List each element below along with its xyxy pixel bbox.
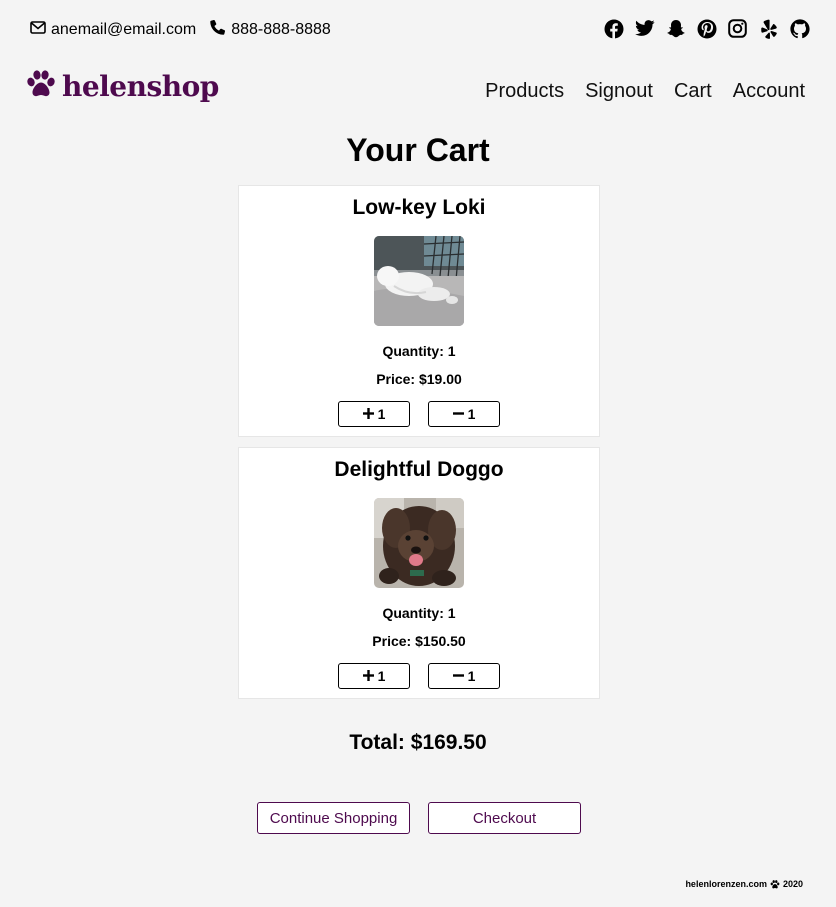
- pinterest-icon[interactable]: [696, 18, 717, 39]
- increase-label: 1: [377, 406, 386, 422]
- brand-logo[interactable]: helenshop: [26, 70, 219, 103]
- paw-icon: [770, 879, 780, 889]
- twitter-icon[interactable]: [634, 18, 655, 39]
- nav-signout[interactable]: Signout: [585, 80, 653, 103]
- nav-cart[interactable]: Cart: [674, 80, 712, 103]
- product-quantity: Quantity: 1: [382, 605, 456, 621]
- decrease-quantity-button[interactable]: 1: [428, 401, 500, 427]
- github-icon[interactable]: [789, 18, 810, 39]
- minus-icon: [452, 406, 468, 422]
- cart-item: Low-key Loki Quantity: 1 Price: $19.00 1…: [238, 185, 600, 437]
- plus-icon: [362, 668, 378, 684]
- phone-text: 888-888-8888: [231, 20, 331, 38]
- checkout-button[interactable]: Checkout: [428, 802, 581, 834]
- envelope-icon: [30, 20, 51, 39]
- cart-total: Total: $169.50: [349, 731, 487, 754]
- instagram-icon[interactable]: [727, 18, 748, 39]
- product-name: Delightful Doggo: [334, 458, 504, 481]
- email-contact[interactable]: anemail@email.com: [30, 21, 196, 39]
- main-nav: Products Signout Cart Account: [464, 80, 805, 103]
- nav-account[interactable]: Account: [733, 80, 805, 103]
- yelp-icon[interactable]: [758, 18, 779, 39]
- product-image: [374, 236, 464, 326]
- continue-shopping-button[interactable]: Continue Shopping: [257, 802, 410, 834]
- social-links: [593, 18, 810, 39]
- nav-products[interactable]: Products: [485, 80, 564, 103]
- top-bar: anemail@email.com 888-888-8888: [0, 0, 836, 58]
- contact-info: anemail@email.com 888-888-8888: [30, 19, 345, 40]
- product-image: [374, 498, 464, 588]
- brand-name: helenshop: [62, 70, 219, 103]
- footer: helenlorenzen.com 2020: [685, 879, 803, 889]
- footer-year: 2020: [782, 879, 803, 889]
- footer-site: helenlorenzen.com: [685, 879, 767, 889]
- increase-label: 1: [377, 668, 386, 684]
- snapchat-icon[interactable]: [665, 18, 686, 39]
- phone-contact[interactable]: 888-888-8888: [210, 19, 331, 40]
- paw-icon: [26, 70, 56, 103]
- product-quantity: Quantity: 1: [382, 343, 456, 359]
- plus-icon: [362, 406, 378, 422]
- product-name: Low-key Loki: [352, 196, 486, 219]
- minus-icon: [452, 668, 468, 684]
- email-text: anemail@email.com: [51, 20, 197, 38]
- decrease-label: 1: [467, 406, 476, 422]
- product-price: Price: $19.00: [376, 371, 462, 387]
- product-price: Price: $150.50: [372, 633, 466, 649]
- increase-quantity-button[interactable]: 1: [338, 401, 410, 427]
- facebook-icon[interactable]: [603, 18, 624, 39]
- phone-icon: [210, 19, 231, 40]
- page-title: Your Cart: [346, 132, 490, 168]
- increase-quantity-button[interactable]: 1: [338, 663, 410, 689]
- decrease-label: 1: [467, 668, 476, 684]
- decrease-quantity-button[interactable]: 1: [428, 663, 500, 689]
- cart-item: Delightful Doggo Quantity: 1 Price: $150…: [238, 447, 600, 699]
